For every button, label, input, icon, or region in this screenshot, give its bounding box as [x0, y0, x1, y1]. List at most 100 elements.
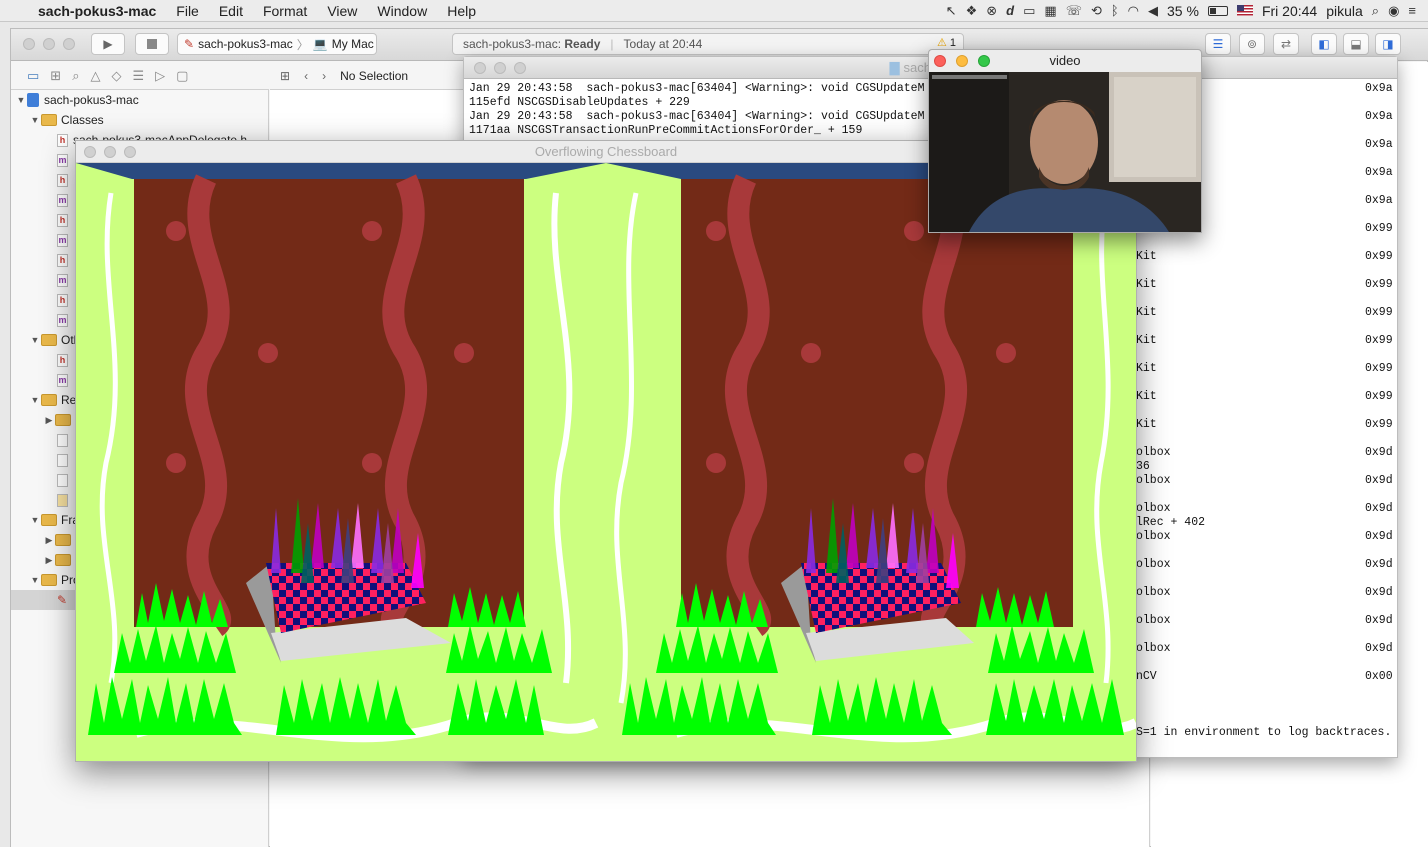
menu-edit[interactable]: Edit — [209, 3, 253, 19]
minimize-button[interactable] — [43, 38, 55, 50]
app-icon: ✎ — [184, 37, 195, 51]
report-icon[interactable]: ▢ — [176, 68, 188, 84]
dropbox-icon[interactable]: ❖ — [966, 3, 978, 19]
disclosure-icon[interactable]: ▼ — [29, 575, 41, 585]
standard-editor-button[interactable]: ☰ — [1205, 33, 1231, 55]
menu-view[interactable]: View — [317, 3, 367, 19]
log-fragment: 36 — [1136, 460, 1150, 473]
minimize-button[interactable] — [956, 55, 968, 67]
disclosure-icon[interactable]: ▼ — [29, 115, 41, 125]
volume-icon[interactable]: ◀ — [1148, 3, 1158, 19]
version-editor-button[interactable]: ⇄ — [1273, 33, 1299, 55]
circles-icon: ⊚ — [1246, 37, 1258, 51]
tree-label: sach-pokus3-mac — [44, 93, 139, 107]
log-address: 0x9d — [1365, 530, 1393, 543]
debug-icon[interactable]: ☰ — [132, 68, 144, 84]
jump-selection[interactable]: No Selection — [340, 69, 408, 83]
zoom-button[interactable] — [124, 146, 136, 158]
log-address: 0x99 — [1365, 334, 1393, 347]
battery-icon[interactable] — [1207, 5, 1228, 16]
tree-label: Classes — [61, 113, 104, 127]
debug-toggle-button[interactable]: ⬓ — [1343, 33, 1369, 55]
warning-nav-icon[interactable]: △ — [90, 68, 100, 84]
minimize-button[interactable] — [494, 62, 506, 74]
phone-icon[interactable]: ☏ — [1066, 3, 1082, 19]
header-file-icon: h — [57, 213, 68, 227]
disclosure-icon[interactable]: ▶ — [43, 535, 55, 546]
folder-icon — [41, 334, 57, 346]
flag-icon[interactable] — [1236, 5, 1253, 16]
disclosure-icon[interactable]: ▼ — [29, 515, 41, 525]
clock[interactable]: Fri 20:44 — [1262, 3, 1317, 19]
menu-window[interactable]: Window — [367, 3, 437, 19]
dictionary-icon[interactable]: d — [1006, 3, 1014, 18]
disclosure-icon[interactable]: ▼ — [15, 95, 27, 105]
log-address: 0x99 — [1365, 250, 1393, 263]
stereo-3d-scene[interactable] — [76, 163, 1136, 761]
log-address: 0x9d — [1365, 558, 1393, 571]
right-panel-icon: ◨ — [1382, 37, 1394, 51]
log-address: 0x9d — [1365, 614, 1393, 627]
warning-indicator[interactable]: ⚠ 1 — [937, 36, 956, 50]
stop-button[interactable] — [135, 33, 169, 55]
warning-icon: ⚠ — [937, 37, 947, 49]
log-line: 1171aa NSCGSTransactionRunPreCommitActio… — [469, 124, 863, 137]
status-state: Ready — [564, 37, 601, 51]
battery-percent[interactable]: 35 % — [1167, 3, 1199, 19]
folder-icon[interactable]: ▭ — [27, 68, 39, 84]
cursor-tool-icon[interactable]: ↖ — [946, 3, 957, 19]
scheme-selector[interactable]: ✎ sach-pokus3-mac 〉 💻 My Mac — [177, 33, 377, 55]
run-button[interactable]: ▶ — [91, 33, 125, 55]
search-icon[interactable]: ⌕ — [72, 68, 79, 84]
log-address: 0x99 — [1365, 362, 1393, 375]
log-footer: S=1 in environment to log backtraces. — [1136, 726, 1392, 739]
folder-icon: ▇ — [889, 60, 900, 75]
forward-arrow-icon[interactable]: › — [322, 69, 326, 83]
zoom-button[interactable] — [63, 38, 75, 50]
source-file-icon: m — [57, 273, 68, 287]
test-icon[interactable]: ◇ — [111, 68, 121, 84]
zoom-button[interactable] — [978, 55, 990, 67]
keyboard-icon[interactable]: ▦ — [1044, 3, 1056, 19]
menu-file[interactable]: File — [166, 3, 209, 19]
source-file-icon: m — [57, 373, 68, 387]
disclosure-icon[interactable]: ▶ — [43, 415, 55, 426]
log-address: 0x9d — [1365, 642, 1393, 655]
disclosure-icon[interactable]: ▶ — [43, 555, 55, 566]
hierarchy-icon[interactable]: ⊞ — [50, 68, 61, 84]
folder-icon — [55, 554, 71, 566]
close-button[interactable] — [934, 55, 946, 67]
tree-row-project[interactable]: ▼ sach-pokus3-mac — [11, 90, 268, 110]
tree-row-classes[interactable]: ▼ Classes — [11, 110, 268, 130]
back-arrow-icon[interactable]: ‹ — [304, 69, 308, 83]
log-fragment: olbox — [1136, 642, 1171, 655]
file-icon — [57, 473, 68, 487]
zoom-button[interactable] — [514, 62, 526, 74]
close-circle-icon[interactable]: ⊗ — [986, 3, 997, 19]
spotlight-icon[interactable]: ⌕ — [1372, 3, 1379, 19]
disclosure-icon[interactable]: ▼ — [29, 395, 41, 405]
user-name[interactable]: pikula — [1326, 3, 1363, 19]
close-button[interactable] — [23, 38, 35, 50]
log-address: 0x9a — [1365, 110, 1393, 123]
close-button[interactable] — [474, 62, 486, 74]
bluetooth-icon[interactable]: ᛒ — [1111, 3, 1119, 18]
minimize-button[interactable] — [104, 146, 116, 158]
log-fragment: lRec + 402 — [1136, 516, 1206, 529]
time-machine-icon[interactable]: ⟲ — [1091, 3, 1102, 19]
grid-icon[interactable]: ⊞ — [280, 69, 290, 83]
app-menu[interactable]: sach-pokus3-mac — [28, 3, 166, 19]
siri-icon[interactable]: ◉ — [1388, 3, 1399, 19]
utilities-toggle-button[interactable]: ◨ — [1375, 33, 1401, 55]
breakpoint-icon[interactable]: ▷ — [155, 68, 165, 84]
menu-help[interactable]: Help — [437, 3, 486, 19]
notification-center-icon[interactable]: ≡ — [1408, 3, 1416, 18]
assistant-editor-button[interactable]: ⊚ — [1239, 33, 1265, 55]
airplay-icon[interactable]: ▭ — [1023, 3, 1035, 19]
webcam-feed — [929, 72, 1201, 232]
menu-format[interactable]: Format — [253, 3, 317, 19]
close-button[interactable] — [84, 146, 96, 158]
navigator-toggle-button[interactable]: ◧ — [1311, 33, 1337, 55]
disclosure-icon[interactable]: ▼ — [29, 335, 41, 345]
wifi-icon[interactable]: ◠ — [1128, 3, 1139, 19]
